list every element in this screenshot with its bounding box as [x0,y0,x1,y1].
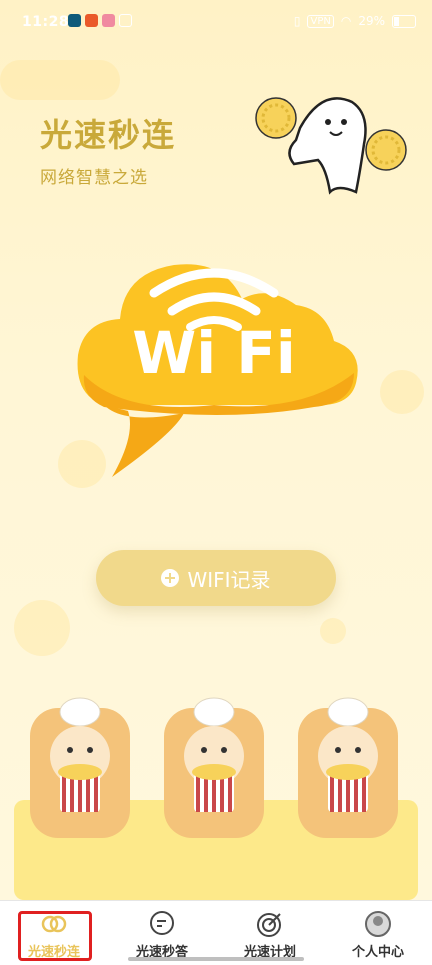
decorative-cloud [0,60,120,100]
app-notification-icon [119,14,132,27]
vibrate-icon: ▯ [293,14,301,28]
battery-percent: 29% [358,14,385,28]
vpn-badge: VPN [307,14,334,28]
bear-icon [164,697,264,838]
bear-icon [298,697,398,838]
wifi-record-label: WIFI记录 [187,567,271,592]
battery-icon [392,14,416,28]
chat-bubble-icon [150,911,174,935]
bear-icon [30,697,130,838]
app-notification-icon [85,14,98,27]
decorative-bubble [14,600,70,656]
target-icon [257,913,281,937]
notification-icons [68,14,132,27]
status-time: 11:28 [22,14,70,30]
bears-popcorn-illustration [14,697,418,900]
tab-speed-answer[interactable]: 光速秒答 [108,901,216,965]
wifi-record-button[interactable]: WIFI记录 [96,550,336,606]
wifi-text: Wi Fi [132,319,296,387]
system-status-icons: ▯ VPN ◠ 29% [294,14,416,28]
status-bar: 11:28 ▯ VPN ◠ 29% [0,0,432,50]
pom-pom-right-icon [365,129,407,171]
decorative-bubble [320,618,346,644]
page-title: 光速秒连 [40,116,177,154]
tab-label: 个人中心 [351,945,404,960]
app-notification-icon [68,14,81,27]
decorative-bubble [380,370,424,414]
person-icon [365,911,391,937]
tab-personal-center[interactable]: 个人中心 [324,901,432,965]
pom-pom-left-icon [255,97,297,139]
wifi-icon: ◠ [340,14,352,28]
tab-speed-plan[interactable]: 光速计划 [216,901,324,965]
home-indicator [128,957,304,961]
wifi-cloud-illustration: Wi Fi [77,264,358,477]
plus-circle-icon [161,569,180,587]
ghost-mascot-illustration [255,97,407,195]
active-tab-highlight [18,911,92,961]
page-subtitle: 网络智慧之选 [40,168,148,188]
app-notification-icon [102,14,115,27]
